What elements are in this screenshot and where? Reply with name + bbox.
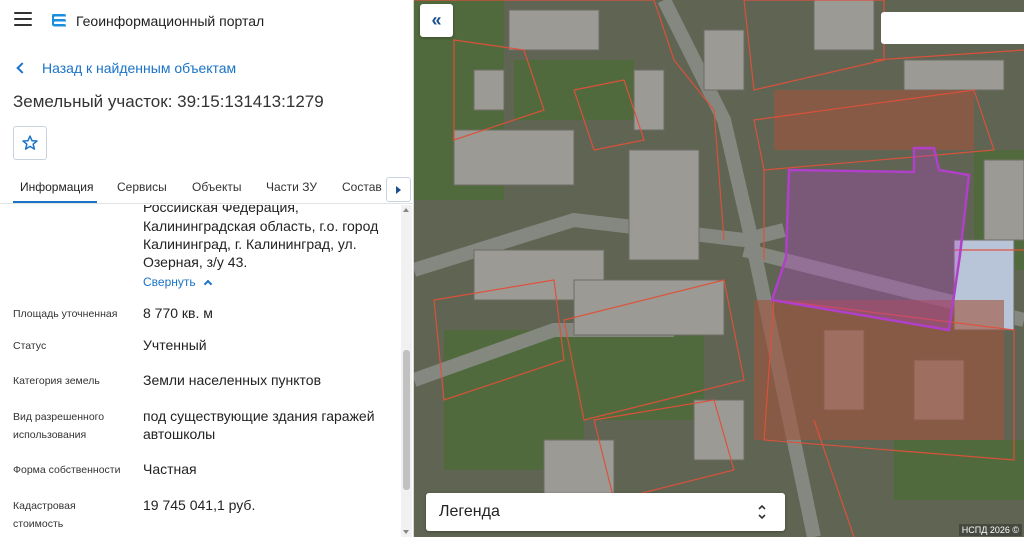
satellite-imagery xyxy=(414,0,1024,537)
scroll-up-icon[interactable] xyxy=(403,208,409,212)
tab-objects[interactable]: Объекты xyxy=(192,180,242,194)
top-bar: Геоинформационный портал xyxy=(0,0,414,42)
address-line: Калининградская область, г.о. город xyxy=(143,218,379,234)
hamburger-icon[interactable] xyxy=(14,12,32,28)
back-to-results-link[interactable]: Назад к найденным объектам xyxy=(14,58,236,78)
favorite-button[interactable] xyxy=(13,126,47,160)
property-label-permitted-use: Вид разрешенного xyxy=(13,411,105,423)
active-tab-indicator xyxy=(13,201,97,203)
legend-select[interactable]: Легенда xyxy=(426,493,785,531)
property-value-area: 8 770 кв. м xyxy=(143,305,213,321)
address-line: Российская Федерация, xyxy=(143,205,299,215)
property-value-permitted-use: автошколы xyxy=(143,426,216,442)
property-label-cadastral-value: стоимость xyxy=(13,518,64,530)
info-panel: Геоинформационный портал Назад к найденн… xyxy=(0,0,414,537)
tabs-scroll-right-button[interactable] xyxy=(386,177,411,202)
scroll-down-icon[interactable] xyxy=(403,530,409,534)
chevron-up-icon xyxy=(203,279,212,288)
portal-title: Геоинформационный портал xyxy=(76,13,265,29)
legend-label: Легенда xyxy=(439,503,500,520)
property-label-status: Статус xyxy=(13,340,47,352)
property-value-status: Учтенный xyxy=(143,337,207,353)
map-search-input[interactable] xyxy=(881,12,1024,44)
property-label-land-category: Категория земель xyxy=(13,375,100,387)
chevron-up-down-icon xyxy=(758,504,766,520)
chevron-right-icon xyxy=(396,185,401,194)
tab-services[interactable]: Сервисы xyxy=(117,180,167,194)
double-chevron-left-icon: « xyxy=(431,10,442,30)
tab-parcel-parts[interactable]: Части ЗУ xyxy=(266,180,317,194)
collapse-address-link[interactable]: Свернуть xyxy=(143,275,212,289)
back-link-label: Назад к найденным объектам xyxy=(42,60,237,76)
parcel-title: Земельный участок: 39:15:131413:1279 xyxy=(13,92,324,111)
collapse-label: Свернуть xyxy=(143,275,196,289)
property-value-land-category: Земли населенных пунктов xyxy=(143,372,322,388)
scrollbar-thumb[interactable] xyxy=(403,350,410,490)
tab-composition[interactable]: Состав xyxy=(342,180,382,194)
tab-bar: Информация Сервисы Объекты Части ЗУ Сост… xyxy=(0,172,414,204)
portal-logo-icon xyxy=(52,14,66,27)
property-label-cadastral-value: Кадастровая xyxy=(13,500,76,512)
property-value-ownership: Частная xyxy=(143,461,197,477)
address-line: Калининград, г. Калининград, ул. xyxy=(143,236,357,252)
map-copyright: НСПД 2026 © xyxy=(958,524,1022,536)
property-value-cadastral-value: 19 745 041,1 руб. xyxy=(143,497,256,513)
star-icon xyxy=(22,135,38,150)
content-scrollbar[interactable] xyxy=(401,205,412,537)
property-label-permitted-use: использования xyxy=(13,429,87,441)
address-line: Озерная, з/у 43. xyxy=(143,254,248,270)
collapse-panel-button[interactable]: « xyxy=(420,4,453,37)
property-label-ownership: Форма собственности xyxy=(13,464,121,476)
chevron-left-icon xyxy=(16,62,28,74)
property-label-area: Площадь уточненная xyxy=(13,308,118,320)
map-view[interactable]: « Легенда НСПД 2026 © xyxy=(414,0,1024,537)
property-value-permitted-use: под существующие здания гаражей xyxy=(143,408,375,424)
info-content: Российская Федерация, Калининградская об… xyxy=(0,205,400,537)
tab-information[interactable]: Информация xyxy=(20,180,93,194)
